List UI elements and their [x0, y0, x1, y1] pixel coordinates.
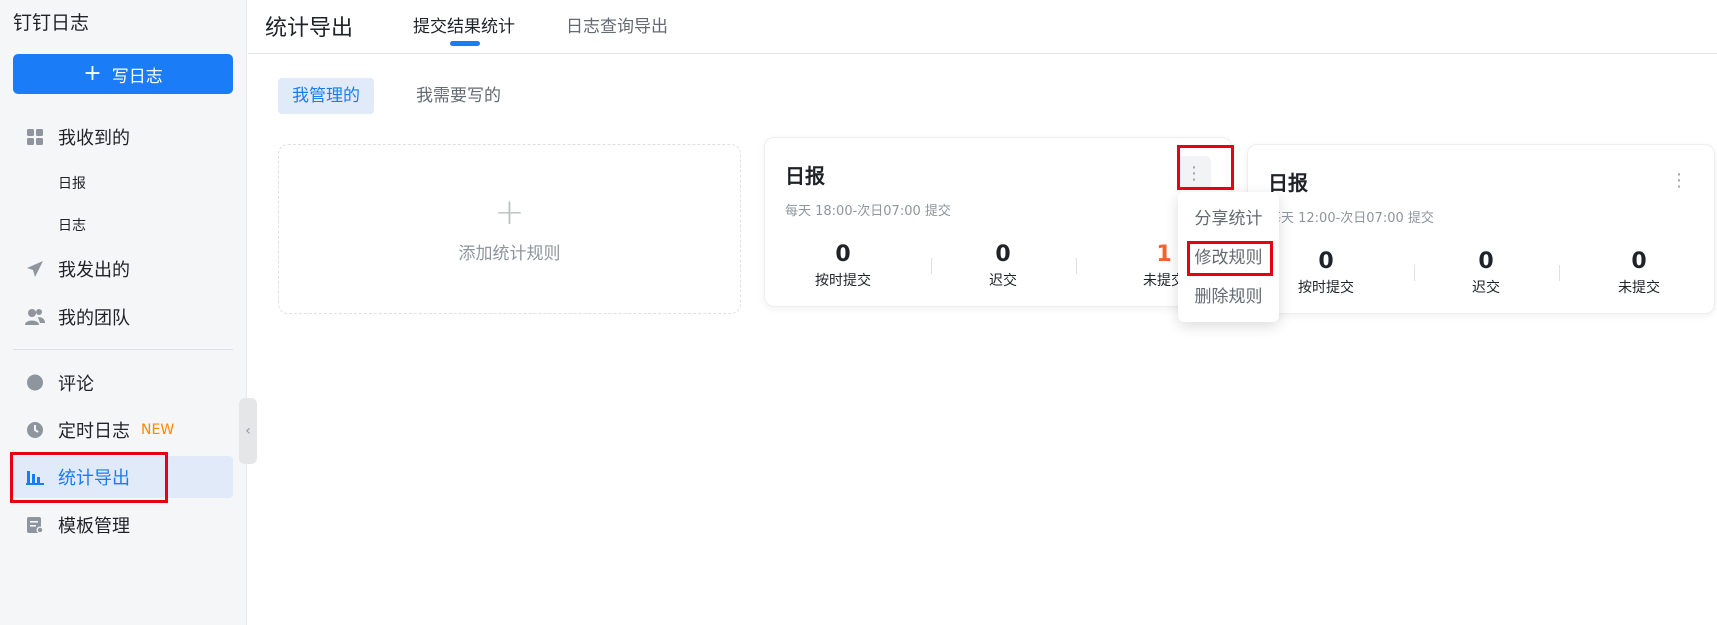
rule-time: 每天 18:00-次日07:00 提交 — [785, 204, 951, 219]
stat-divider — [1076, 258, 1077, 274]
main-content: 统计导出 提交结果统计 日志查询导出 我管理的 我需要写的 + 添加统计规则 日… — [248, 0, 1717, 625]
sidebar-item-label: 我收到的 — [58, 128, 130, 149]
tab-active-indicator — [450, 41, 480, 46]
stat-label: 按时提交 — [1298, 280, 1354, 296]
sidebar-item-label: 日志 — [58, 218, 86, 234]
sidebar: 钉钉日志 + 写日志 我收到的 日报 日志 我发出的 我的团队 评论 定时日志 … — [0, 0, 247, 625]
stat-divider — [1559, 265, 1560, 281]
users-icon — [25, 307, 45, 327]
stat-late: 0 迟交 — [943, 242, 1063, 290]
add-rule-card[interactable]: + 添加统计规则 — [278, 144, 741, 314]
stat-value: 0 — [995, 242, 1011, 267]
sidebar-item-stats-export[interactable]: 统计导出 — [13, 456, 233, 498]
stat-divider — [931, 258, 932, 274]
sidebar-item-comments[interactable]: 评论 — [13, 362, 233, 404]
segment-need-to-write[interactable]: 我需要写的 — [402, 78, 515, 114]
bar-chart-icon — [25, 467, 45, 487]
sidebar-item-label: 日报 — [58, 176, 86, 192]
rule-card[interactable]: 日报 ⋮ 每天 18:00-次日07:00 提交 0 按时提交 0 迟交 1 未… — [764, 137, 1232, 307]
sidebar-item-label: 我的团队 — [58, 308, 130, 329]
stat-on-time: 0 按时提交 — [1266, 249, 1386, 297]
more-options-button[interactable]: ⋮ — [1177, 156, 1211, 190]
menu-item-delete-rule[interactable]: 删除规则 — [1178, 280, 1279, 314]
paper-plane-icon — [25, 259, 45, 279]
sidebar-divider — [13, 349, 233, 350]
rule-time: 每天 12:00-次日07:00 提交 — [1268, 211, 1434, 226]
app-window: 钉钉日志 + 写日志 我收到的 日报 日志 我发出的 我的团队 评论 定时日志 … — [0, 0, 1717, 625]
comment-icon — [25, 373, 45, 393]
stat-value: 0 — [1318, 249, 1334, 274]
rule-name: 日报 — [785, 164, 825, 188]
sidebar-item-received[interactable]: 我收到的 — [13, 116, 233, 158]
rule-card[interactable]: 日报 ⋮ 每天 12:00-次日07:00 提交 0 按时提交 0 迟交 0 未… — [1247, 144, 1715, 314]
sidebar-item-scheduled[interactable]: 定时日志 NEW — [13, 409, 233, 451]
stat-on-time: 0 按时提交 — [783, 242, 903, 290]
stat-label: 迟交 — [989, 273, 1017, 289]
sidebar-item-sent[interactable]: 我发出的 — [13, 248, 233, 290]
add-rule-label: 添加统计规则 — [458, 243, 561, 264]
page-title: 统计导出 — [265, 16, 354, 41]
sidebar-item-team[interactable]: 我的团队 — [13, 296, 233, 338]
sidebar-item-label: 模板管理 — [58, 516, 130, 537]
sidebar-item-templates[interactable]: 模板管理 — [13, 504, 233, 546]
more-vertical-icon: ⋮ — [1185, 162, 1203, 184]
app-title: 钉钉日志 — [13, 12, 90, 34]
plus-icon: + — [83, 61, 102, 86]
stat-late: 0 迟交 — [1426, 249, 1546, 297]
stat-not-submitted: 0 未提交 — [1579, 249, 1699, 297]
tab-submission-stats[interactable]: 提交结果统计 — [413, 12, 515, 37]
template-icon — [25, 515, 45, 535]
write-log-label: 写日志 — [111, 66, 163, 87]
top-bar: 统计导出 提交结果统计 日志查询导出 — [248, 0, 1717, 54]
sidebar-item-label: 统计导出 — [58, 468, 130, 489]
plus-icon: + — [494, 191, 525, 233]
menu-item-share-stats[interactable]: 分享统计 — [1178, 202, 1279, 236]
more-options-button[interactable]: ⋮ — [1662, 163, 1696, 197]
sidebar-item-label: 我发出的 — [58, 260, 130, 281]
chevron-left-icon: ‹ — [245, 423, 251, 439]
clock-icon — [25, 420, 45, 440]
stat-divider — [1414, 265, 1415, 281]
stat-value: 0 — [1631, 249, 1647, 274]
tab-log-query-export[interactable]: 日志查询导出 — [566, 12, 668, 37]
new-badge: NEW — [141, 422, 175, 438]
sidebar-collapse-handle[interactable]: ‹ — [239, 398, 257, 464]
more-vertical-icon: ⋮ — [1670, 169, 1688, 191]
segment-managed-by-me[interactable]: 我管理的 — [278, 78, 374, 114]
menu-item-edit-rule[interactable]: 修改规则 — [1178, 241, 1279, 275]
sidebar-item-daily[interactable]: 日报 — [13, 168, 233, 198]
stat-value: 0 — [835, 242, 851, 267]
sidebar-item-label: 定时日志 — [58, 421, 130, 442]
card-options-menu: 分享统计 修改规则 删除规则 — [1178, 192, 1279, 322]
grid-icon — [25, 127, 45, 147]
stat-value: 0 — [1478, 249, 1494, 274]
sidebar-item-label: 评论 — [58, 374, 94, 395]
sidebar-item-log[interactable]: 日志 — [13, 210, 233, 240]
stat-label: 按时提交 — [815, 273, 871, 289]
stat-label: 未提交 — [1618, 280, 1660, 296]
stat-label: 迟交 — [1472, 280, 1500, 296]
write-log-button[interactable]: + 写日志 — [13, 54, 233, 94]
